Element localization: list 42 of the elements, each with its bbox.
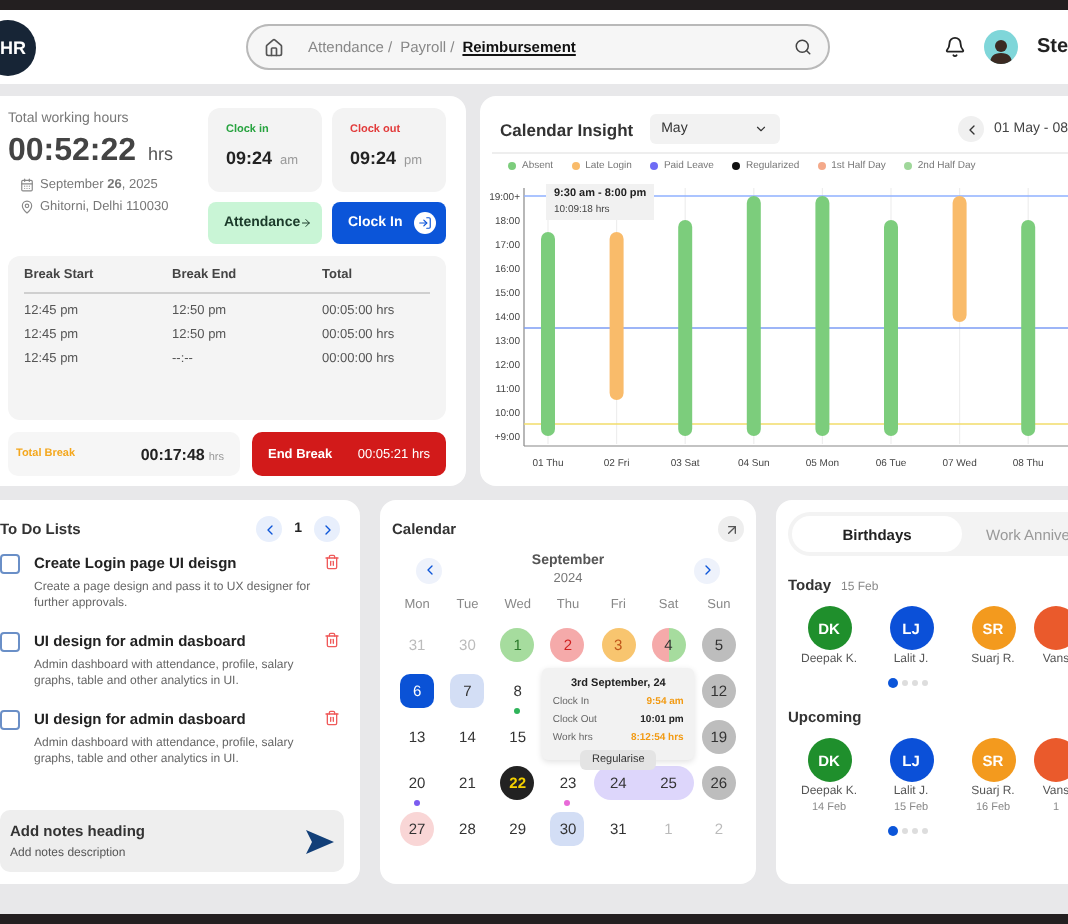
location-icon (20, 200, 34, 214)
chevron-down-icon (753, 122, 768, 136)
card-title: Calendar Insight (500, 119, 634, 139)
page-dot[interactable] (912, 828, 918, 834)
page-dot[interactable] (902, 828, 908, 834)
working-time: 00:52:22 (8, 134, 137, 170)
total-break-time: 00:17:48 (140, 445, 205, 463)
page-dot[interactable] (888, 826, 898, 836)
arrow-up-right-icon (723, 521, 739, 537)
home-icon (264, 37, 284, 57)
search-icon[interactable] (794, 38, 812, 56)
page-dot[interactable] (902, 680, 908, 686)
calendar-icon (20, 178, 34, 192)
delete-icon[interactable] (324, 710, 340, 727)
arrow-right-icon (300, 214, 312, 232)
page-dot[interactable] (922, 828, 928, 834)
previous-button[interactable] (256, 516, 283, 542)
next-month-button[interactable] (694, 557, 720, 583)
clock-time: 09:24 (226, 148, 273, 168)
notification-icon[interactable] (944, 36, 967, 58)
expand-button[interactable] (718, 516, 744, 542)
chart-bar (952, 196, 967, 322)
send-icon[interactable] (306, 829, 334, 853)
delete-icon[interactable] (324, 632, 340, 649)
user-name: Ste (1036, 36, 1068, 58)
avatar[interactable] (1034, 606, 1068, 650)
previous-month-button[interactable] (416, 557, 442, 583)
page-dot[interactable] (888, 678, 898, 688)
page-dot[interactable] (912, 680, 918, 686)
next-button[interactable] (314, 516, 340, 542)
checkbox[interactable] (0, 554, 20, 574)
previous-button[interactable] (958, 116, 985, 142)
checkbox[interactable] (0, 632, 20, 653)
logo: HR (0, 19, 36, 75)
checkbox[interactable] (0, 710, 20, 731)
page-dot[interactable] (922, 680, 928, 686)
user-avatar[interactable] (984, 30, 1019, 64)
login-icon (414, 212, 436, 234)
time-unit: hrs (148, 144, 174, 164)
clock-time: 09:24 (350, 148, 397, 168)
delete-icon[interactable] (324, 554, 340, 570)
avatar[interactable] (1034, 738, 1068, 782)
